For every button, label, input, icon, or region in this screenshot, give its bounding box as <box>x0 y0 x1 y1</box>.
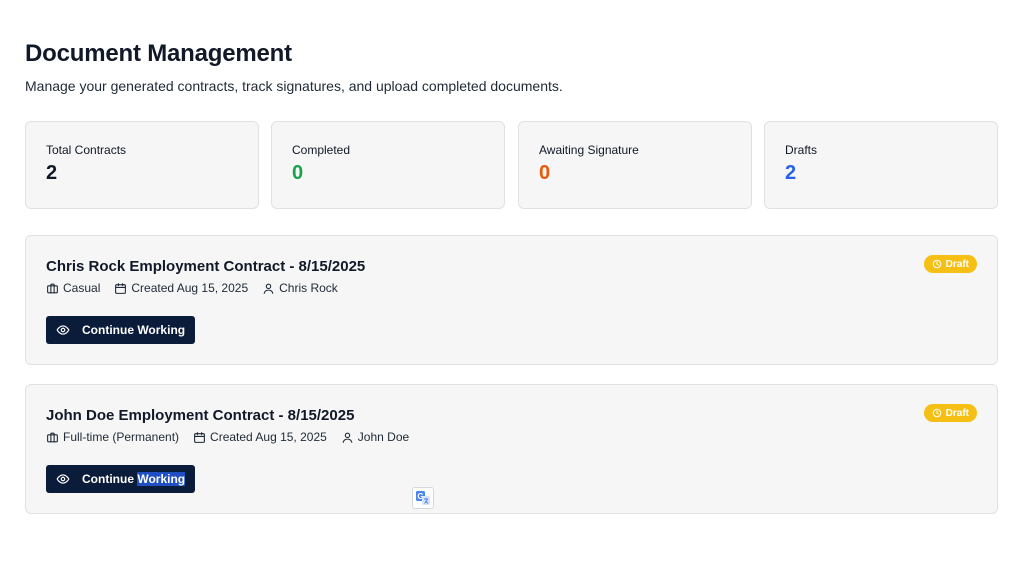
stat-card-total: Total Contracts 2 <box>25 121 259 209</box>
contract-meta: Casual Created Aug 15, 2025 Chris Rock <box>46 281 352 295</box>
contract-person: Chris Rock <box>262 281 338 295</box>
stat-value: 2 <box>46 162 58 184</box>
contract-created: Created Aug 15, 2025 <box>114 281 248 295</box>
contract-title: Chris Rock Employment Contract - 8/15/20… <box>46 258 366 275</box>
selected-text: Working <box>137 472 186 486</box>
stat-label: Completed <box>292 143 351 157</box>
contract-person: John Doe <box>341 430 409 444</box>
stat-value: 0 <box>292 162 304 184</box>
contract-created-label: Created Aug 15, 2025 <box>210 430 327 444</box>
stat-label: Awaiting Signature <box>539 143 639 157</box>
status-badge-label: Draft <box>945 407 969 419</box>
contract-person-label: Chris Rock <box>279 281 338 295</box>
user-icon <box>263 283 274 294</box>
calendar-icon <box>194 431 205 443</box>
page-title: Document Management <box>25 40 292 67</box>
contract-type: Full-time (Permanent) <box>46 430 179 444</box>
stat-card-completed: Completed 0 <box>271 121 505 209</box>
clock-icon <box>932 408 941 418</box>
contract-person-label: John Doe <box>357 430 410 444</box>
calendar-icon <box>115 282 127 294</box>
contract-card: Chris Rock Employment Contract - 8/15/20… <box>25 235 998 365</box>
translate-icon: G <box>416 491 430 505</box>
stat-card-drafts: Drafts 2 <box>764 121 998 209</box>
page-subtitle: Manage your generated contracts, track s… <box>25 78 563 94</box>
contract-type: Casual <box>46 281 100 295</box>
continue-working-button[interactable]: Continue Working <box>46 316 196 344</box>
briefcase-icon <box>47 283 58 293</box>
contract-type-label: Full-time (Permanent) <box>63 430 180 444</box>
status-badge: Draft <box>923 255 977 273</box>
briefcase-icon <box>47 432 58 442</box>
continue-working-label: Continue Working <box>82 323 186 337</box>
stat-card-awaiting-signature: Awaiting Signature 0 <box>518 121 752 209</box>
translate-widget[interactable]: G <box>412 487 434 509</box>
contract-created-label: Created Aug 15, 2025 <box>131 281 249 295</box>
contract-created: Created Aug 15, 2025 <box>193 430 327 444</box>
contract-meta: Full-time (Permanent) Created Aug 15, 20… <box>46 430 423 444</box>
status-badge-label: Draft <box>945 258 969 270</box>
contract-card: John Doe Employment Contract - 8/15/2025… <box>25 384 998 514</box>
stat-label: Total Contracts <box>46 143 127 157</box>
eye-icon <box>56 474 70 484</box>
status-badge: Draft <box>923 404 977 422</box>
user-icon <box>342 432 353 443</box>
continue-working-label-first: Continue <box>82 472 134 486</box>
stat-value: 2 <box>785 162 797 184</box>
stat-value: 0 <box>539 162 551 184</box>
eye-icon <box>56 325 70 335</box>
stat-label: Drafts <box>785 143 818 157</box>
clock-icon <box>932 259 941 269</box>
contract-title: John Doe Employment Contract - 8/15/2025 <box>46 407 355 424</box>
contract-type-label: Casual <box>63 281 101 295</box>
continue-working-button[interactable]: Continue Working <box>46 465 196 493</box>
